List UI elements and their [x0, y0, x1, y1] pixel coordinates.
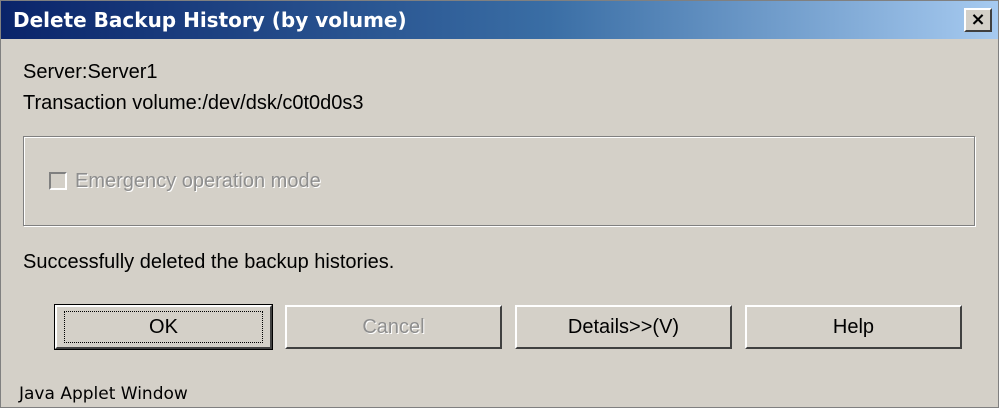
title-bar[interactable]: Delete Backup History (by volume) ×: [1, 1, 998, 39]
ok-button[interactable]: OK: [54, 304, 273, 350]
cancel-button[interactable]: Cancel: [285, 305, 502, 349]
details-button[interactable]: Details>>(V): [515, 305, 732, 349]
transaction-volume-label: Transaction volume:/dev/dsk/c0t0d0s3: [23, 92, 364, 114]
close-button[interactable]: ×: [964, 8, 992, 32]
server-label: Server:Server1: [23, 61, 158, 83]
ok-button-label: OK: [64, 311, 263, 343]
close-icon: ×: [970, 9, 986, 30]
applet-window-footer: Java Applet Window: [19, 384, 188, 404]
status-message: Successfully deleted the backup historie…: [23, 251, 395, 273]
window-title: Delete Backup History (by volume): [13, 8, 407, 32]
help-button[interactable]: Help: [745, 305, 962, 349]
help-button-label: Help: [832, 316, 875, 338]
emergency-mode-checkbox[interactable]: [49, 172, 67, 190]
cancel-button-label: Cancel: [362, 316, 425, 338]
emergency-mode-label: Emergency operation mode: [75, 169, 321, 192]
emergency-mode-option[interactable]: Emergency operation mode: [49, 167, 321, 195]
dialog-window: Delete Backup History (by volume) × Serv…: [0, 0, 999, 408]
details-button-label: Details>>(V): [567, 316, 680, 338]
